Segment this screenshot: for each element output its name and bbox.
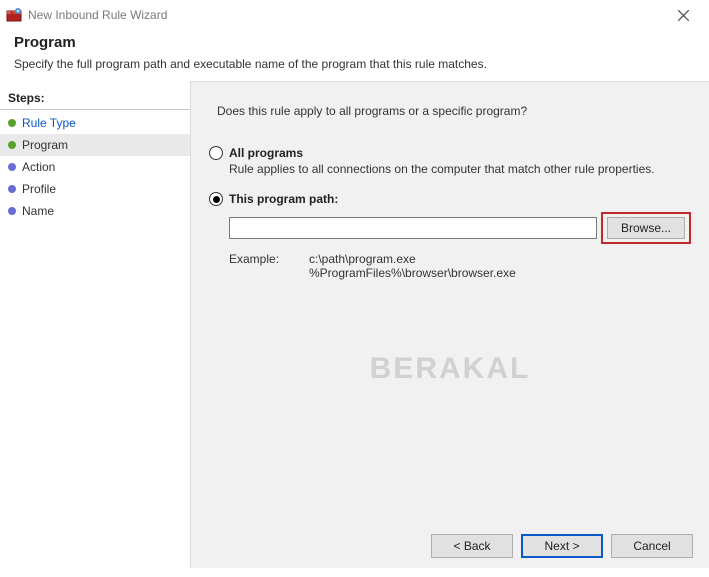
option-program-path: This program path: Browse... Example: c:… [209,192,691,280]
firewall-icon [6,7,22,23]
program-path-input[interactable] [229,217,597,239]
wizard-content: Does this rule apply to all programs or … [190,81,709,568]
step-label: Rule Type [22,116,76,130]
step-profile[interactable]: Profile [0,178,190,200]
page-title: Program [14,34,695,51]
step-rule-type[interactable]: Rule Type [0,112,190,134]
page-description: Specify the full program path and execut… [14,57,695,71]
title-bar: New Inbound Rule Wizard [0,0,709,30]
step-bullet-icon [8,119,16,127]
close-button[interactable] [663,1,703,29]
step-name[interactable]: Name [0,200,190,222]
wizard-footer: < Back Next > Cancel [431,534,693,558]
radio-program-path[interactable] [209,192,223,206]
option-all-programs: All programs Rule applies to all connect… [209,146,691,176]
step-label: Action [22,160,55,174]
example-label: Example: [229,252,309,280]
steps-sidebar: Steps: Rule Type Program Action Profile … [0,81,190,568]
step-bullet-icon [8,163,16,171]
browse-highlight: Browse... [601,212,691,244]
step-program[interactable]: Program [0,134,190,156]
step-label: Profile [22,182,56,196]
step-bullet-icon [8,185,16,193]
step-label: Name [22,204,54,218]
question-text: Does this rule apply to all programs or … [217,104,691,118]
option-all-label: All programs [229,146,303,160]
close-icon [678,10,689,21]
wizard-body: Steps: Rule Type Program Action Profile … [0,81,709,568]
option-all-description: Rule applies to all connections on the c… [229,162,691,176]
step-bullet-icon [8,207,16,215]
example-block: Example: c:\path\program.exe %ProgramFil… [229,252,691,280]
browse-button[interactable]: Browse... [607,217,685,239]
example-line-1: c:\path\program.exe [309,252,516,266]
watermark-text: BERAKAL [370,352,531,386]
next-button[interactable]: Next > [521,534,603,558]
option-path-label: This program path: [229,192,338,206]
example-line-2: %ProgramFiles%\browser\browser.exe [309,266,516,280]
step-action[interactable]: Action [0,156,190,178]
step-bullet-icon [8,141,16,149]
radio-all-programs[interactable] [209,146,223,160]
steps-heading: Steps: [0,87,190,110]
step-label: Program [22,138,68,152]
back-button[interactable]: < Back [431,534,513,558]
page-header: Program Specify the full program path an… [0,30,709,81]
cancel-button[interactable]: Cancel [611,534,693,558]
window-title: New Inbound Rule Wizard [28,8,663,22]
